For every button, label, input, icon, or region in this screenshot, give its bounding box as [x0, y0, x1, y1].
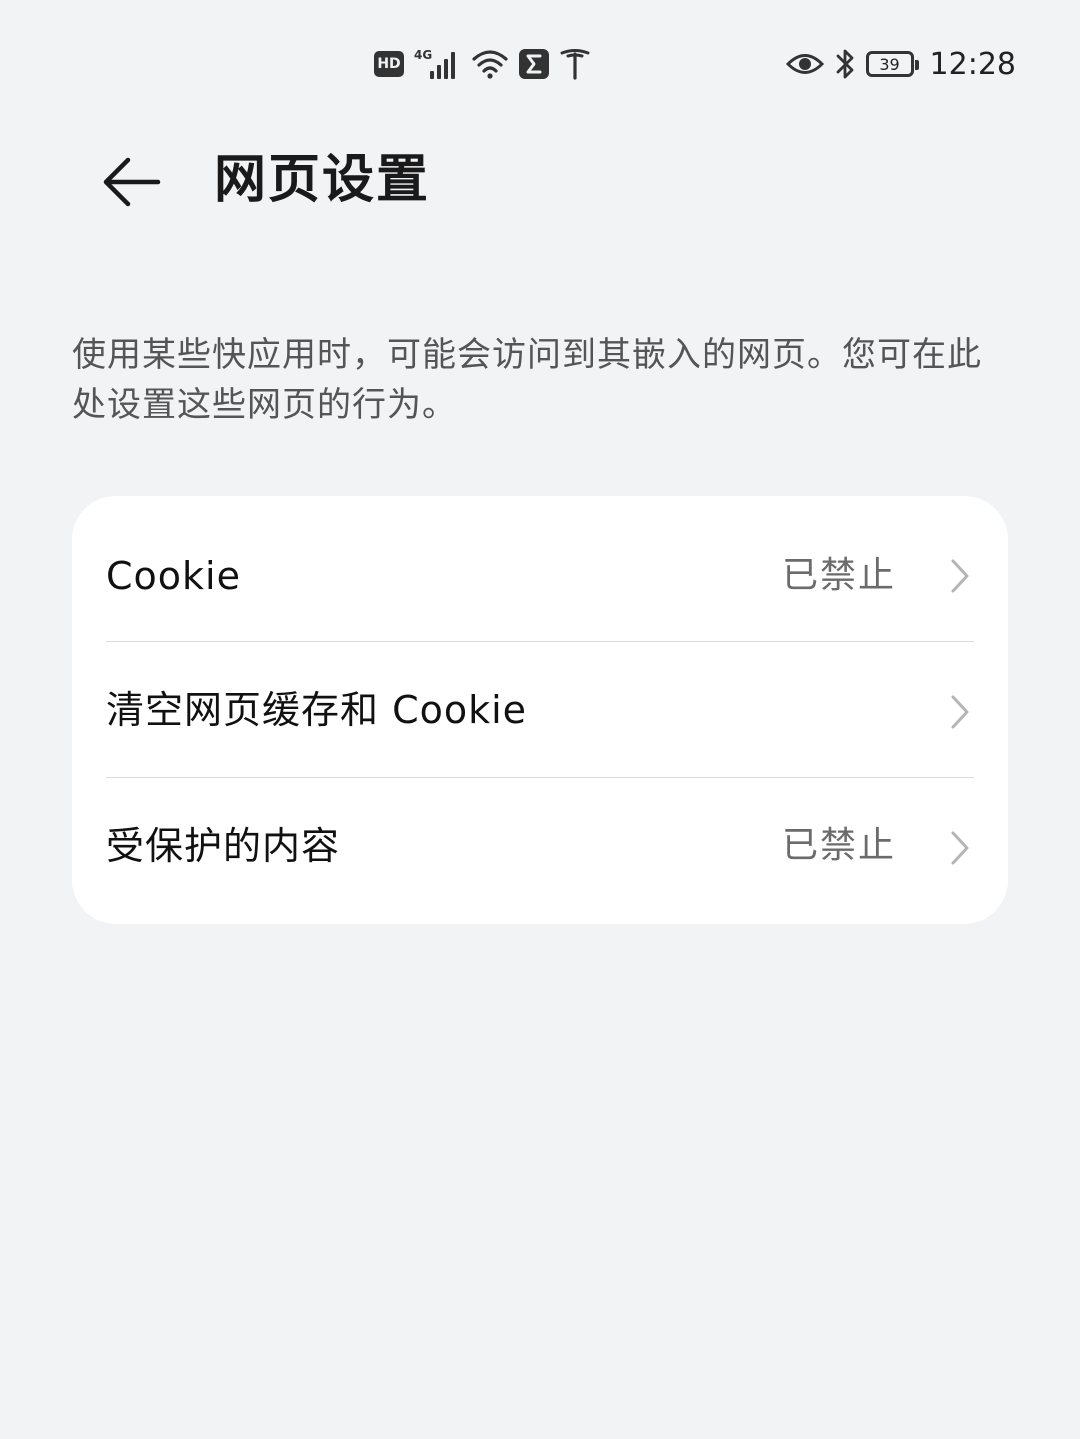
hd-icon: HD: [374, 51, 404, 77]
settings-item-value: 已禁止: [781, 555, 896, 596]
arrow-left-icon: [103, 157, 161, 207]
header: 网页设置: [0, 130, 1080, 240]
chevron-right-icon: [951, 559, 969, 593]
network-type-label: 4G: [414, 48, 432, 62]
status-right-icons: 39 12:28: [785, 44, 1016, 84]
description-text: 使用某些快应用时，可能会访问到其嵌入的网页。您可在此处设置这些网页的行为。: [72, 335, 982, 425]
settings-item-cookie[interactable]: Cookie 已禁止: [72, 496, 1008, 642]
bluetooth-icon: [836, 49, 853, 79]
battery-level: 39: [879, 54, 900, 74]
status-left-icons: HD 4G: [374, 44, 590, 84]
settings-item-value: 已禁止: [781, 825, 896, 866]
signal-icon: 4G: [414, 48, 455, 79]
sigma-app-icon: [519, 49, 549, 79]
settings-item-label: Cookie: [106, 554, 241, 598]
chevron-right-icon: [951, 831, 969, 865]
tesla-icon: [560, 49, 590, 80]
back-button[interactable]: [92, 144, 172, 220]
settings-item-clear-cache[interactable]: 清空网页缓存和 Cookie: [72, 642, 1008, 778]
wifi-icon: [472, 50, 508, 79]
eye-icon: [785, 54, 824, 74]
settings-item-protected-content[interactable]: 受保护的内容 已禁止: [72, 778, 1008, 914]
settings-card: Cookie 已禁止 清空网页缓存和 Cookie 受保护的内容 已禁止: [72, 496, 1008, 924]
status-time: 12:28: [929, 46, 1016, 82]
status-bar: HD 4G 39 12:28: [0, 0, 1080, 120]
settings-item-label: 受保护的内容: [106, 824, 341, 868]
chevron-right-icon: [951, 695, 969, 729]
page-title: 网页设置: [214, 150, 431, 210]
battery-icon: 39: [865, 51, 919, 77]
settings-item-label: 清空网页缓存和 Cookie: [106, 688, 528, 732]
